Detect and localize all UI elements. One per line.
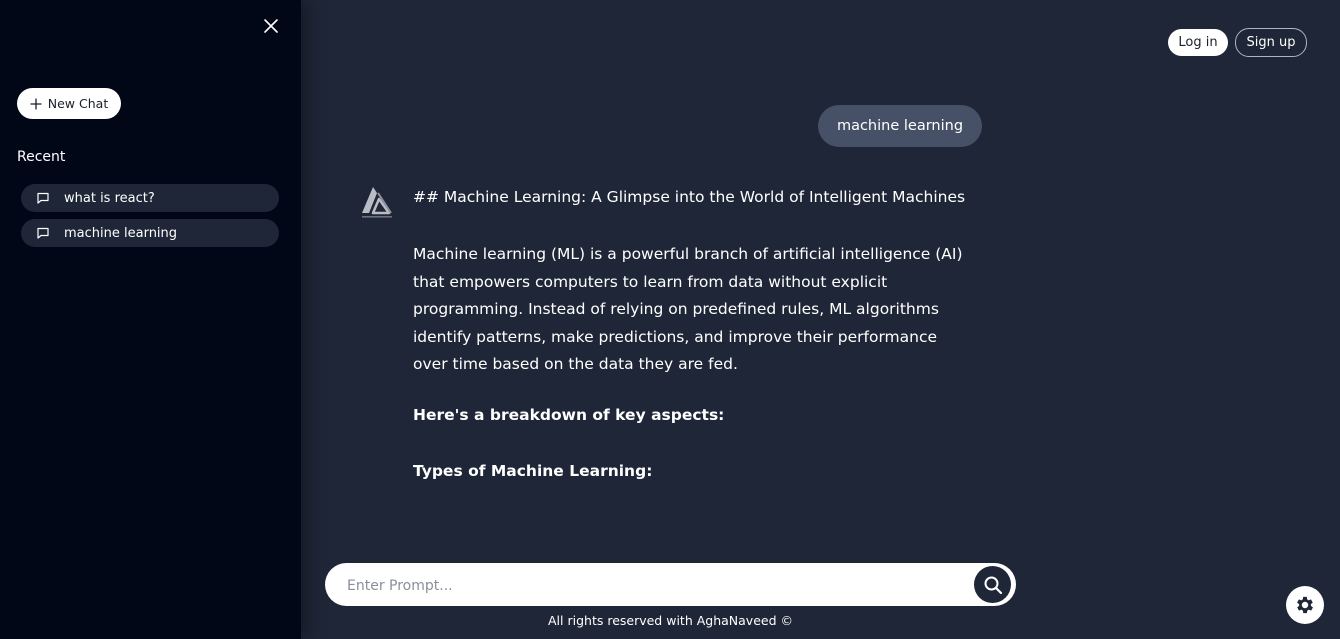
submit-prompt-button[interactable] — [974, 566, 1011, 603]
response-paragraph: Machine learning (ML) is a powerful bran… — [413, 245, 963, 373]
gear-icon — [1297, 596, 1313, 614]
close-sidebar-button[interactable] — [261, 16, 281, 36]
recent-heading: Recent — [17, 149, 66, 165]
close-icon — [264, 19, 278, 33]
response-breakdown-heading: Here's a breakdown of key aspects: — [413, 406, 725, 424]
footer-text: All rights reserved with AghaNaveed © — [548, 613, 793, 628]
search-icon — [984, 576, 1002, 594]
recent-item-label: what is react? — [64, 190, 155, 206]
user-message-bubble: machine learning — [818, 105, 982, 147]
app-window: New Chat Recent what is react? machine l… — [0, 0, 1340, 639]
new-chat-button[interactable]: New Chat — [17, 88, 121, 119]
bot-response: ## Machine Learning: A Glimpse into the … — [413, 186, 993, 480]
bot-logo-icon — [362, 187, 392, 218]
chat-bubble-icon — [37, 192, 49, 204]
recent-item-label: machine learning — [64, 225, 178, 241]
response-types-heading: Types of Machine Learning: — [413, 462, 653, 480]
prompt-bar — [325, 563, 1016, 608]
plus-icon — [30, 97, 42, 110]
signup-button[interactable]: Sign up — [1235, 28, 1307, 57]
chat-bubble-icon — [37, 227, 49, 239]
sidebar: New Chat Recent what is react? machine l… — [0, 0, 301, 639]
recent-item-machine-learning[interactable]: machine learning — [21, 219, 279, 247]
response-heading: ## Machine Learning: A Glimpse into the … — [413, 188, 966, 206]
prompt-input[interactable] — [345, 563, 969, 608]
login-button[interactable]: Log in — [1168, 29, 1228, 56]
new-chat-label: New Chat — [47, 96, 109, 111]
recent-item-what-is-react[interactable]: what is react? — [21, 184, 279, 212]
settings-button[interactable] — [1286, 586, 1324, 624]
